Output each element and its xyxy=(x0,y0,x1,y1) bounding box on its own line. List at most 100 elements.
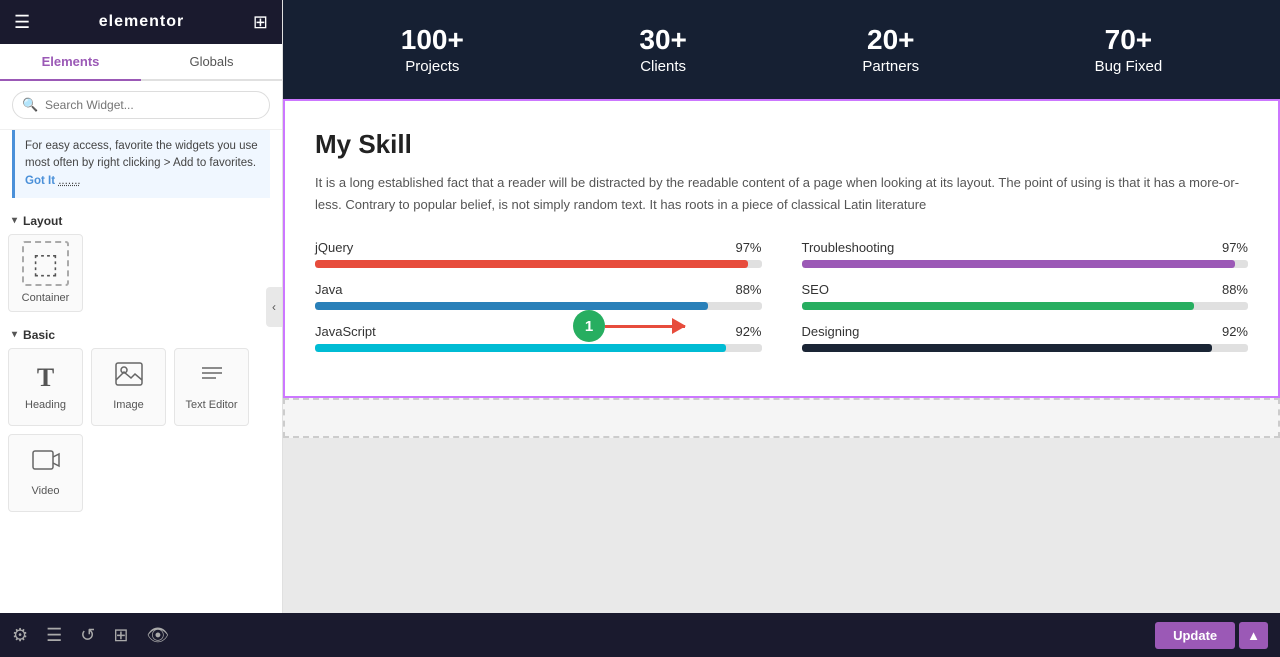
section-basic[interactable]: ▾ Basic xyxy=(0,320,282,348)
layout-widgets: ⬚ Container xyxy=(0,234,282,320)
skills-grid: jQuery 97% Java 88% xyxy=(315,240,1248,366)
new-section xyxy=(283,398,1280,438)
stat-bugfixed: 70+ Bug Fixed xyxy=(1095,24,1163,75)
skill-description: It is a long established fact that a rea… xyxy=(315,172,1248,216)
skill-designing: Designing 92% xyxy=(802,324,1249,352)
skills-section: My Skill It is a long established fact t… xyxy=(283,99,1280,398)
skill-troubleshooting-bar-fill xyxy=(802,260,1235,268)
stat-projects-label: Projects xyxy=(401,58,464,75)
skill-jquery-bar-bg xyxy=(315,260,762,268)
skill-seo-name: SEO xyxy=(802,282,829,297)
hamburger-icon[interactable]: ☰ xyxy=(14,12,30,33)
section-layout[interactable]: ▾ Layout xyxy=(0,206,282,234)
basic-label: Basic xyxy=(23,328,55,342)
skill-troubleshooting-name: Troubleshooting xyxy=(802,240,895,255)
skill-title: My Skill xyxy=(315,129,1248,160)
sidebar-header: ☰ elementor ⊞ xyxy=(0,0,282,44)
chevron-up-button[interactable]: ▲ xyxy=(1239,622,1268,649)
layout-label: Layout xyxy=(23,214,62,228)
skill-troubleshooting: Troubleshooting 97% xyxy=(802,240,1249,268)
stat-bugfixed-number: 70+ xyxy=(1095,24,1163,56)
skill-jquery-percent: 97% xyxy=(735,240,761,255)
skill-java-bar-fill xyxy=(315,302,708,310)
info-dotted: ....... xyxy=(58,175,80,187)
skill-javascript-bar-bg xyxy=(315,344,762,352)
skill-seo: SEO 88% xyxy=(802,282,1249,310)
video-label: Video xyxy=(32,485,60,497)
image-label: Image xyxy=(113,399,144,411)
bottom-bar-right: Update ▲ xyxy=(1155,622,1268,649)
collapse-arrow[interactable]: ‹ xyxy=(266,287,282,327)
stat-partners: 20+ Partners xyxy=(862,24,919,75)
tab-elements[interactable]: Elements xyxy=(0,44,141,81)
text-editor-label: Text Editor xyxy=(186,399,238,411)
stat-projects: 100+ Projects xyxy=(401,24,464,75)
container-icon: ⬚ xyxy=(22,241,68,286)
skill-designing-header: Designing 92% xyxy=(802,324,1249,339)
basic-widgets: T Heading Image xyxy=(0,348,282,520)
canvas-area: 100+ Projects 30+ Clients 20+ Partners 7… xyxy=(283,0,1280,613)
text-editor-icon xyxy=(198,362,226,393)
skill-designing-name: Designing xyxy=(802,324,860,339)
app-wrapper: ☰ elementor ⊞ Elements Globals 🔍 For eas… xyxy=(0,0,1280,657)
tab-globals[interactable]: Globals xyxy=(141,44,282,79)
skill-jquery-header: jQuery 97% xyxy=(315,240,762,255)
skill-troubleshooting-percent: 97% xyxy=(1222,240,1248,255)
stat-clients-number: 30+ xyxy=(639,24,687,56)
skill-troubleshooting-bar-bg xyxy=(802,260,1249,268)
widget-text-editor[interactable]: Text Editor xyxy=(174,348,249,426)
bottom-bar: ⚙ ☰ ↺ ⊞ 👁 Update ▲ xyxy=(0,613,1280,657)
bottom-bar-left: ⚙ ☰ ↺ ⊞ 👁 xyxy=(12,625,169,646)
video-icon xyxy=(32,448,60,479)
responsive-icon[interactable]: ⊞ xyxy=(113,625,128,646)
search-wrapper: 🔍 xyxy=(12,91,270,119)
layers-icon[interactable]: ☰ xyxy=(46,625,62,646)
search-icon: 🔍 xyxy=(22,97,38,113)
skill-javascript-percent: 92% xyxy=(735,324,761,339)
search-area: 🔍 xyxy=(0,81,282,130)
settings-icon[interactable]: ⚙ xyxy=(12,625,28,646)
skill-seo-bar-bg xyxy=(802,302,1249,310)
skill-designing-percent: 92% xyxy=(1222,324,1248,339)
got-it-link[interactable]: Got It xyxy=(25,175,55,187)
layout-chevron: ▾ xyxy=(12,215,17,226)
stat-bugfixed-label: Bug Fixed xyxy=(1095,58,1163,75)
skill-jquery-bar-fill xyxy=(315,260,748,268)
widget-heading[interactable]: T Heading xyxy=(8,348,83,426)
sidebar: ☰ elementor ⊞ Elements Globals 🔍 For eas… xyxy=(0,0,283,613)
stat-partners-number: 20+ xyxy=(862,24,919,56)
skill-javascript: JavaScript 92% xyxy=(315,324,762,352)
widget-container[interactable]: ⬚ Container xyxy=(8,234,83,312)
skill-javascript-bar-fill xyxy=(315,344,726,352)
app-title: elementor xyxy=(99,13,184,31)
heading-label: Heading xyxy=(25,399,66,411)
skill-javascript-name: JavaScript xyxy=(315,324,376,339)
update-button[interactable]: Update xyxy=(1155,622,1235,649)
stat-clients-label: Clients xyxy=(639,58,687,75)
skill-jquery: jQuery 97% xyxy=(315,240,762,268)
preview-icon[interactable]: 👁 xyxy=(146,625,169,646)
skill-javascript-header: JavaScript 92% xyxy=(315,324,762,339)
skill-seo-bar-fill xyxy=(802,302,1195,310)
skill-jquery-name: jQuery xyxy=(315,240,353,255)
widget-video[interactable]: Video xyxy=(8,434,83,512)
stats-banner: 100+ Projects 30+ Clients 20+ Partners 7… xyxy=(283,0,1280,99)
skill-java: Java 88% xyxy=(315,282,762,310)
heading-icon: T xyxy=(37,363,54,393)
skills-left: jQuery 97% Java 88% xyxy=(315,240,762,366)
search-input[interactable] xyxy=(12,91,270,119)
sidebar-tabs: Elements Globals xyxy=(0,44,282,81)
widget-image[interactable]: Image xyxy=(91,348,166,426)
stat-partners-label: Partners xyxy=(862,58,919,75)
skill-seo-header: SEO 88% xyxy=(802,282,1249,297)
skill-seo-percent: 88% xyxy=(1222,282,1248,297)
skill-java-percent: 88% xyxy=(735,282,761,297)
skill-troubleshooting-header: Troubleshooting 97% xyxy=(802,240,1249,255)
skills-right: Troubleshooting 97% SEO 88% xyxy=(802,240,1249,366)
history-icon[interactable]: ↺ xyxy=(80,625,95,646)
main-area: ☰ elementor ⊞ Elements Globals 🔍 For eas… xyxy=(0,0,1280,613)
image-icon xyxy=(115,362,143,393)
skill-designing-bar-fill xyxy=(802,344,1213,352)
info-text: For easy access, favorite the widgets yo… xyxy=(25,140,258,169)
grid-icon[interactable]: ⊞ xyxy=(253,12,268,33)
